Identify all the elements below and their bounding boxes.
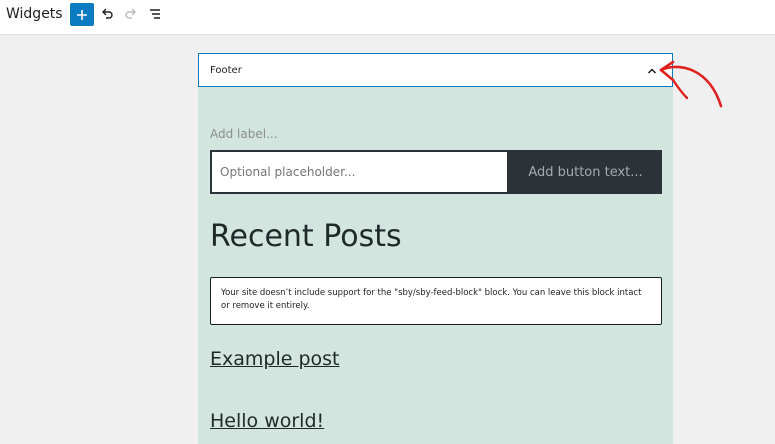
list-view-icon bbox=[150, 9, 160, 19]
search-submit-button[interactable]: Add button text... bbox=[509, 150, 662, 194]
undo-button[interactable] bbox=[98, 5, 116, 23]
search-block-label[interactable]: Add label... bbox=[210, 127, 278, 141]
arrow-annotation-icon bbox=[659, 60, 723, 108]
post-link[interactable]: Example post bbox=[210, 348, 340, 370]
widget-area-title: Footer bbox=[210, 65, 242, 76]
widget-area-footer: Footer Add label... Add button text... R… bbox=[198, 53, 673, 444]
search-input[interactable] bbox=[210, 150, 509, 194]
list-view-button[interactable] bbox=[146, 5, 164, 23]
redo-button[interactable] bbox=[122, 5, 140, 23]
recent-posts-heading: Recent Posts bbox=[210, 219, 402, 254]
page-title: Widgets bbox=[6, 6, 63, 22]
undo-icon bbox=[102, 8, 113, 19]
redo-icon bbox=[125, 8, 136, 19]
widget-area-header[interactable]: Footer bbox=[198, 53, 673, 87]
post-link[interactable]: Hello world! bbox=[210, 410, 324, 432]
plus-icon bbox=[77, 9, 87, 20]
unsupported-block-notice: Your site doesn’t include support for th… bbox=[210, 277, 662, 325]
top-toolbar: Widgets bbox=[0, 0, 775, 35]
add-block-button[interactable] bbox=[70, 3, 94, 26]
